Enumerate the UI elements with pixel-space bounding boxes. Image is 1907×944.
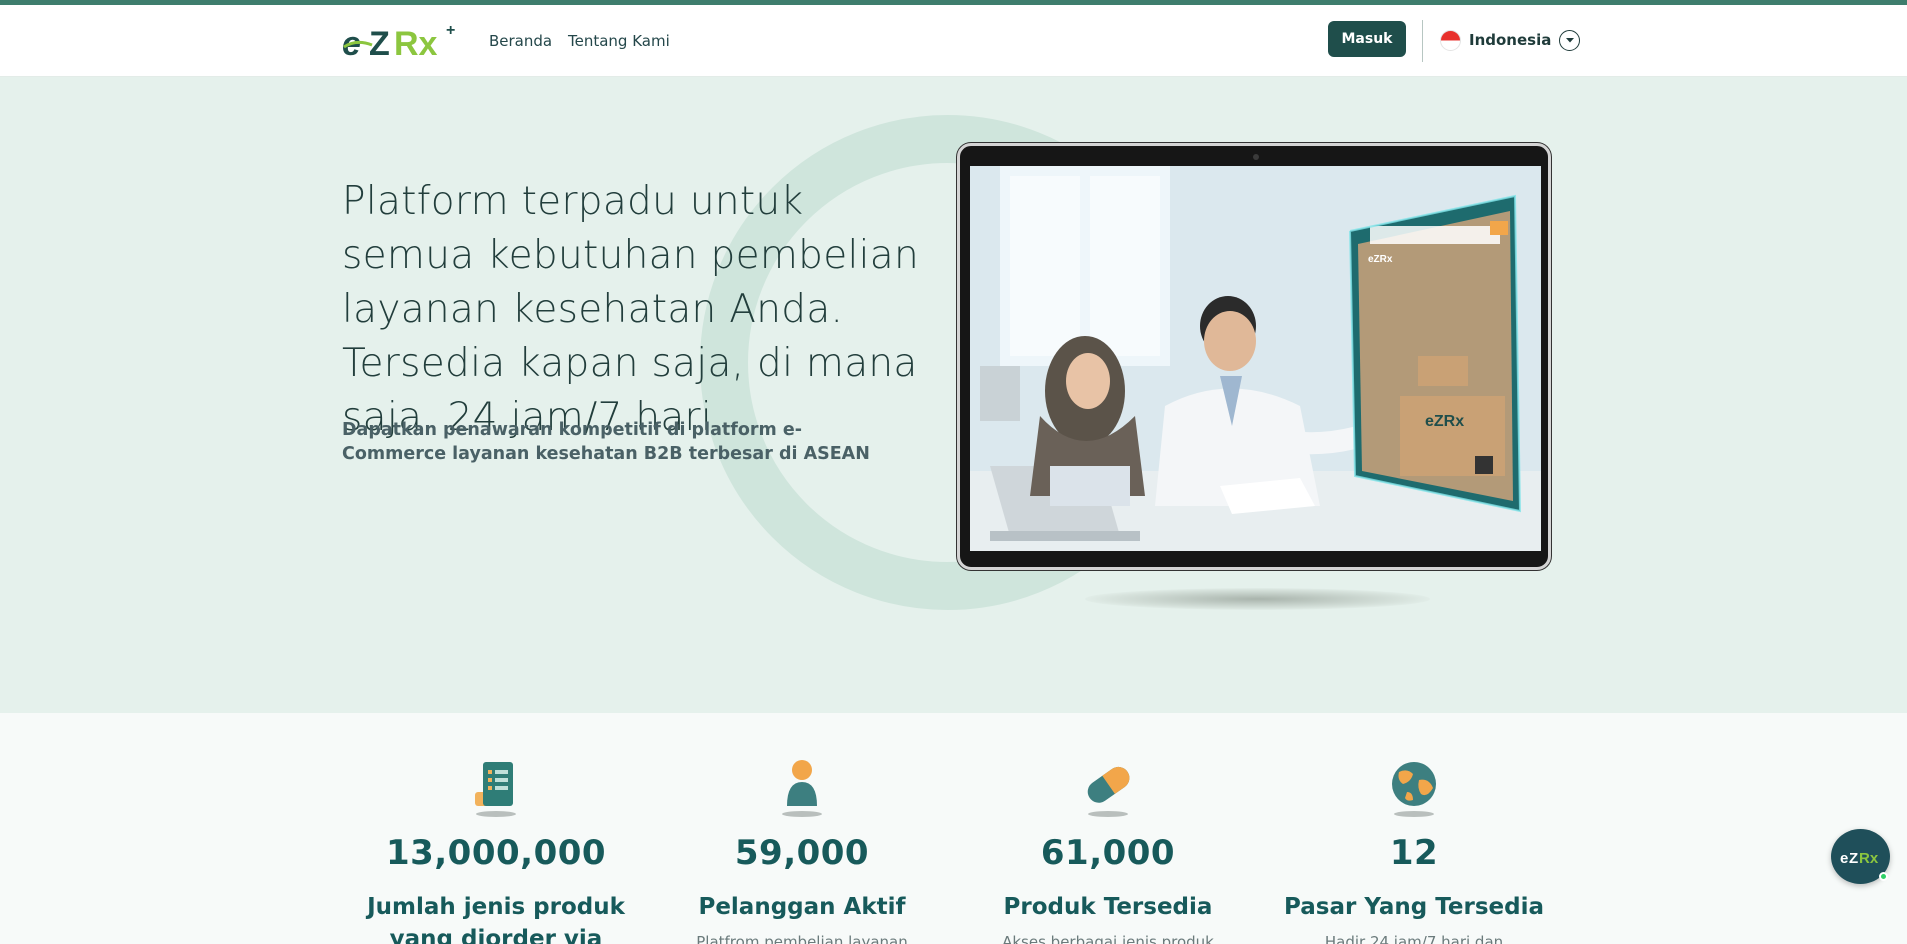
stat-label: Pelanggan Aktif	[698, 894, 906, 920]
pill-capsule-icon	[1083, 758, 1133, 818]
nav-beranda[interactable]: Beranda	[489, 32, 552, 50]
stats-section: 13,000,000 Jumlah jenis produk yang dior…	[0, 713, 1907, 944]
svg-text:Z: Z	[369, 25, 390, 61]
svg-text:Rx: Rx	[394, 25, 438, 61]
svg-text:eZRx: eZRx	[1425, 413, 1464, 430]
language-selector[interactable]: Indonesia	[1440, 27, 1581, 53]
hero-section: Platform terpadu untuk semua kebutuhan p…	[0, 77, 1907, 713]
stat-description: Akses berbagai jenis produk	[1002, 933, 1214, 944]
stat-label: Jumlah jenis produk yang diorder via	[367, 894, 625, 944]
document-list-icon	[471, 758, 521, 818]
header-divider	[1422, 20, 1423, 62]
svg-text:e: e	[1840, 850, 1848, 867]
stat-label: Produk Tersedia	[1003, 894, 1213, 920]
indonesia-flag-icon	[1440, 29, 1461, 51]
site-header: e Z Rx + Beranda Tentang Kami Masuk Indo…	[0, 5, 1907, 77]
hero-tablet-image: eZRx eZRx	[957, 143, 1551, 570]
stat-value: 59,000	[734, 833, 870, 873]
stat-value: 13,000,000	[385, 833, 607, 873]
chat-launcher-button[interactable]: e Z Rx	[1831, 829, 1890, 884]
tablet-camera	[1253, 154, 1259, 160]
tablet-doctor-patient-illustration: eZRx eZRx	[970, 166, 1541, 551]
user-icon	[777, 758, 827, 818]
ezrx-logo[interactable]: e Z Rx +	[342, 21, 460, 61]
online-status-dot	[1879, 872, 1888, 881]
globe-icon	[1389, 758, 1439, 818]
tablet-shadow	[1085, 588, 1430, 610]
svg-text:Rx: Rx	[1859, 850, 1879, 867]
stat-value: 61,000	[1040, 833, 1176, 873]
stat-value: 12	[1389, 833, 1439, 873]
svg-text:+: +	[446, 22, 455, 39]
stat-label: Pasar Yang Tersedia	[1284, 894, 1544, 920]
stat-description: Platfrom pembelian layanan	[696, 933, 908, 944]
login-button[interactable]: Masuk	[1328, 21, 1406, 57]
stat-description: Hadir 24 jam/7 hari dan	[1324, 933, 1504, 944]
svg-text:Z: Z	[1849, 850, 1858, 867]
hero-title: Platform terpadu untuk semua kebutuhan p…	[342, 179, 919, 440]
ezrx-chat-icon: e Z Rx	[1840, 850, 1879, 867]
svg-text:eZRx: eZRx	[1368, 254, 1393, 265]
language-label: Indonesia	[1469, 31, 1552, 49]
nav-tentang-kami[interactable]: Tentang Kami	[568, 32, 670, 50]
chevron-down-icon[interactable]	[1559, 29, 1581, 51]
tablet-screen-illustration: eZRx eZRx	[970, 166, 1541, 551]
hero-subtitle: Dapatkan penawaran kompetitif di platfor…	[342, 420, 870, 464]
